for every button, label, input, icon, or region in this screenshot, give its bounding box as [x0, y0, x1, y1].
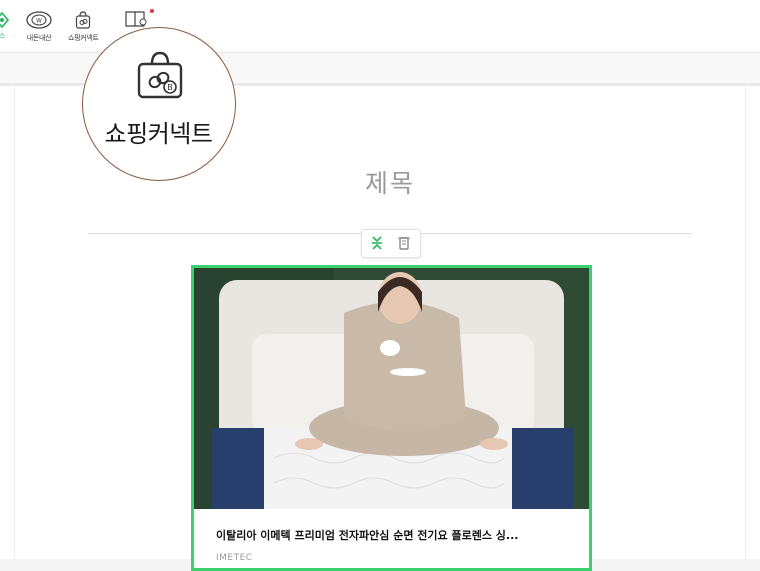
product-photo	[194, 268, 589, 509]
canvas-left-border	[14, 86, 15, 559]
toolbar-item-label: 내돈내산	[26, 34, 52, 42]
toolbar-item-shopping-connect[interactable]: 쇼핑커넥트	[68, 10, 99, 43]
toolbar-item-label: 쇼핑커넥트	[68, 34, 99, 42]
new-badge-dot	[150, 9, 154, 13]
post-title[interactable]: 제목	[0, 164, 760, 200]
zoom-callout-label: 쇼핑커넥트	[104, 120, 213, 148]
component-toolbar	[361, 229, 421, 258]
svg-text:B: B	[167, 83, 173, 92]
canvas-right-border	[745, 86, 746, 559]
sticker-icon	[0, 12, 10, 28]
product-name: 이탈리아 이메텍 프리미엄 전자파안심 순면 전기요 플로렌스 싱...	[216, 529, 519, 542]
shopping-bag-link-icon: B	[137, 51, 183, 99]
product-brand: IMETEC	[216, 553, 253, 563]
emoji-badge-icon: W	[26, 11, 52, 29]
shopping-product-card[interactable]: 이탈리아 이메텍 프리미엄 전자파안심 순면 전기요 플로렌스 싱... IME…	[191, 265, 592, 571]
toolbar-item-review[interactable]: W 내돈내산	[24, 10, 54, 43]
book-icon	[125, 11, 147, 27]
trash-icon[interactable]	[392, 233, 416, 253]
zoom-callout: B 쇼핑커넥트	[82, 27, 236, 181]
toolbar-item-label: 스	[0, 32, 6, 40]
toolbar-item-sticker[interactable]: 스	[0, 12, 10, 41]
align-center-icon[interactable]	[365, 233, 389, 253]
shopping-bag-link-icon	[76, 11, 91, 29]
svg-text:W: W	[36, 18, 42, 25]
